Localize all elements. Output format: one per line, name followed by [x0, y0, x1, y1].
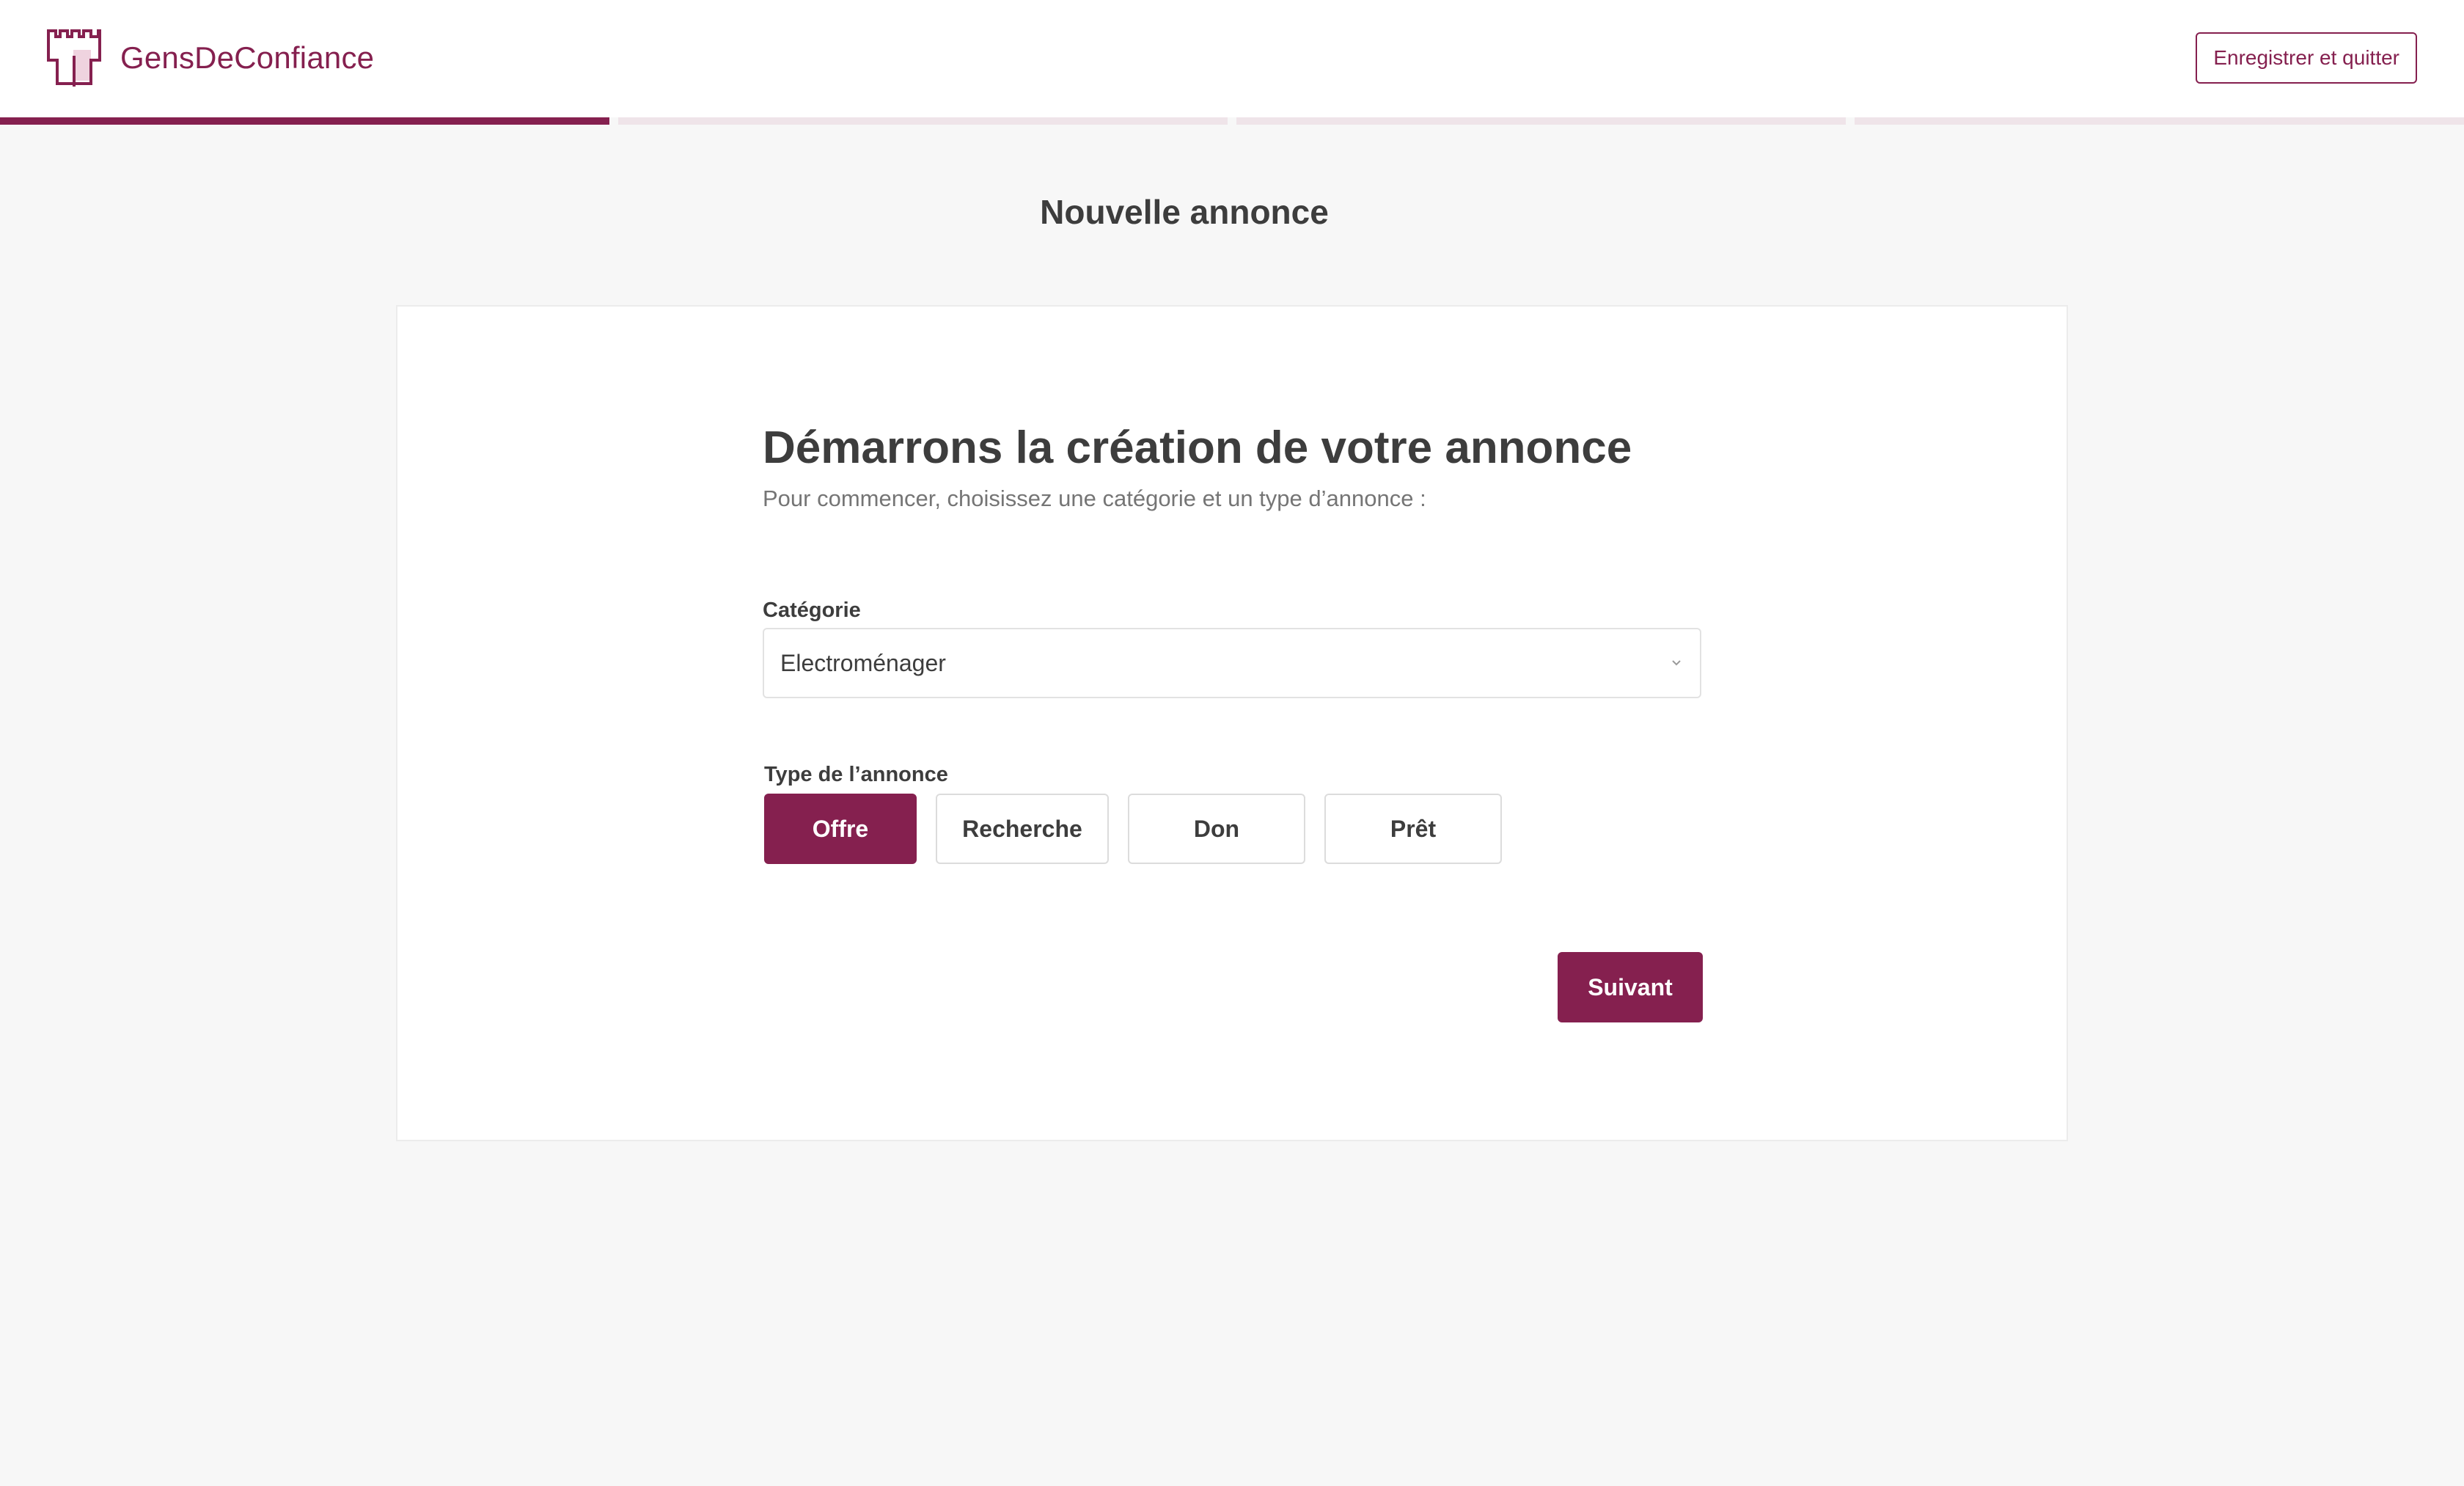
- progress-step-4: [1855, 117, 2464, 125]
- ad-creation-form: Démarrons la création de votre annonce P…: [763, 421, 1703, 1022]
- brand-name: GensDeConfiance: [120, 40, 375, 75]
- save-and-quit-button[interactable]: Enregistrer et quitter: [2196, 32, 2417, 84]
- type-option-don[interactable]: Don: [1128, 794, 1305, 864]
- type-option-recherche[interactable]: Recherche: [936, 794, 1109, 864]
- castle-tower-icon: [47, 29, 101, 87]
- chevron-down-icon: [1672, 660, 1681, 666]
- page-title: Nouvelle annonce: [1040, 193, 1329, 231]
- progress-step-3: [1236, 117, 1846, 125]
- ad-type-label: Type de l’annonce: [764, 763, 948, 786]
- top-header: GensDeConfiance Enregistrer et quitter: [0, 0, 2464, 117]
- type-option-pret[interactable]: Prêt: [1324, 794, 1502, 864]
- progress-step-1: [0, 117, 609, 125]
- brand-logo[interactable]: GensDeConfiance: [45, 28, 374, 88]
- form-subtitle: Pour commencer, choisissez une catégorie…: [763, 486, 1426, 512]
- category-selected-value: Electroménager: [780, 650, 946, 676]
- form-card: Démarrons la création de votre annonce P…: [396, 305, 2068, 1141]
- category-label: Catégorie: [763, 599, 861, 622]
- step-progress-bar: [0, 117, 2464, 125]
- type-option-offre[interactable]: Offre: [764, 794, 917, 864]
- form-title: Démarrons la création de votre annonce: [763, 422, 1632, 473]
- category-select[interactable]: Electroménager: [763, 628, 1701, 698]
- next-button[interactable]: Suivant: [1558, 952, 1703, 1022]
- progress-step-2: [618, 117, 1228, 125]
- ad-type-options: Offre Recherche Don Prêt: [764, 794, 1521, 864]
